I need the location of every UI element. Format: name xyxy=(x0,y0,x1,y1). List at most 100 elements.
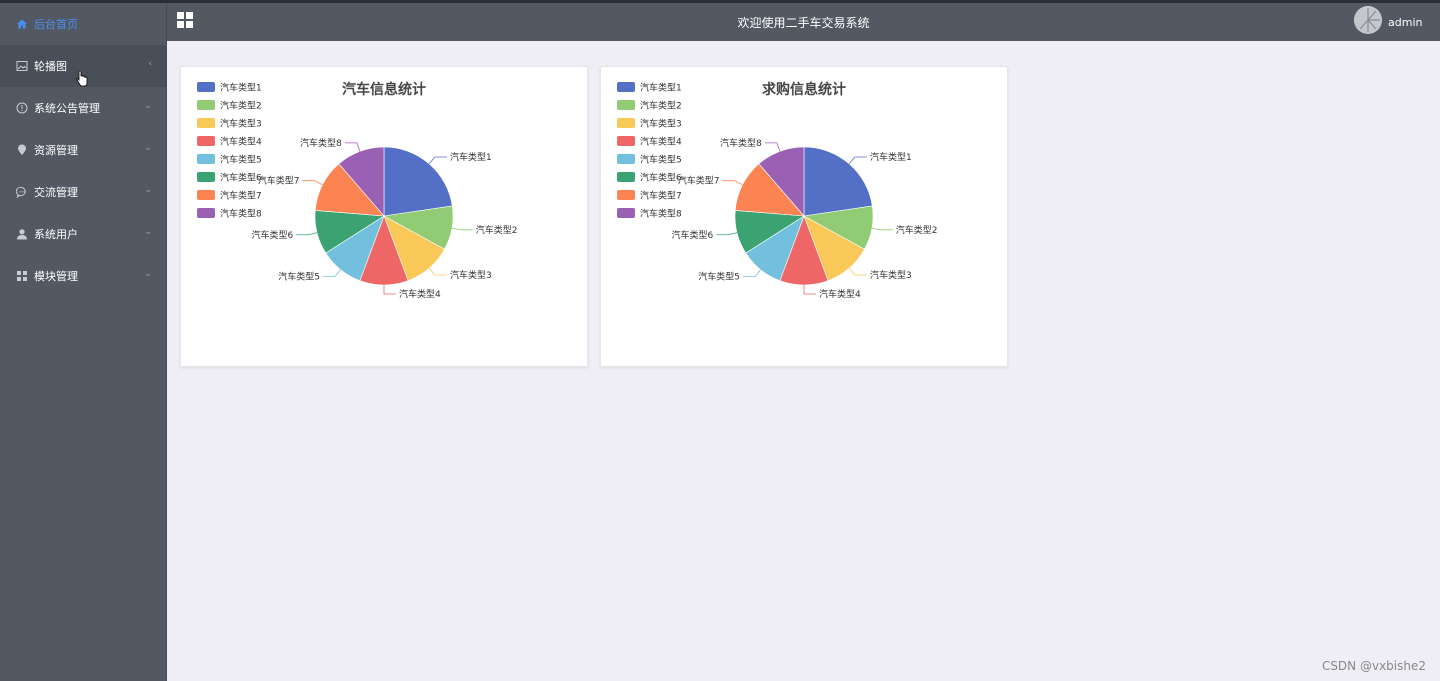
label-line xyxy=(302,180,323,186)
sidebar-item-modules[interactable]: 模块管理 ⌄ xyxy=(0,255,166,297)
label-line xyxy=(764,142,781,152)
legend-label: 汽车类型3 xyxy=(220,118,262,130)
legend-label: 汽车类型7 xyxy=(220,190,262,202)
legend-swatch xyxy=(197,172,215,182)
chart-title: 汽车信息统计 xyxy=(342,81,426,98)
label-line xyxy=(742,269,761,278)
legend-label: 汽车类型3 xyxy=(640,118,682,130)
legend-item[interactable]: 汽车类型3 xyxy=(617,118,682,130)
chart-card-purchase-info: 求购信息统计 汽车类型1 汽车类型2 汽车类型3 汽车类型4 汽车类型5 汽车类型6 汽车类型… xyxy=(600,66,1008,367)
slice-label: 汽车类型6 xyxy=(252,229,294,241)
sidebar-item-announcements[interactable]: 系统公告管理 ⌄ xyxy=(0,87,166,129)
label-line xyxy=(428,156,447,165)
slice-label: 汽车类型8 xyxy=(300,137,342,149)
pie-chart-purchase-info: 求购信息统计汽车类型1汽车类型2汽车类型3汽车类型4汽车类型5汽车类型6汽车类型… xyxy=(617,81,938,300)
legend-label: 汽车类型2 xyxy=(640,100,682,112)
legend-swatch xyxy=(617,208,635,218)
avatar[interactable] xyxy=(1354,6,1382,34)
chevron-left-icon: ‹ xyxy=(148,59,152,69)
legend-swatch xyxy=(197,154,215,164)
legend-item[interactable]: 汽车类型8 xyxy=(197,208,262,220)
slice-label: 汽车类型3 xyxy=(870,269,912,281)
label-line xyxy=(803,285,816,295)
legend-item[interactable]: 汽车类型2 xyxy=(197,100,262,112)
label-line xyxy=(296,232,318,236)
legend-swatch xyxy=(617,118,635,128)
legend-item[interactable]: 汽车类型7 xyxy=(197,190,262,202)
legend-swatch xyxy=(197,118,215,128)
sidebar-item-label: 后台首页 xyxy=(34,18,78,31)
slice-label: 汽车类型7 xyxy=(678,175,720,187)
hand-cursor-icon xyxy=(76,70,88,87)
legend-item[interactable]: 汽车类型7 xyxy=(617,190,682,202)
legend-item[interactable]: 汽车类型4 xyxy=(617,136,682,148)
legend-item[interactable]: 汽车类型4 xyxy=(197,136,262,148)
slice-label: 汽车类型2 xyxy=(476,224,518,236)
picture-icon xyxy=(16,60,28,72)
legend-label: 汽车类型8 xyxy=(640,208,682,220)
label-line xyxy=(428,267,447,276)
slice-label: 汽车类型4 xyxy=(399,288,441,300)
legend-label: 汽车类型7 xyxy=(640,190,682,202)
legend-item[interactable]: 汽车类型6 xyxy=(197,172,262,184)
sidebar-item-home[interactable]: 后台首页 xyxy=(0,3,166,45)
slice-label: 汽车类型1 xyxy=(450,151,492,163)
legend-swatch xyxy=(197,82,215,92)
legend-swatch xyxy=(617,82,635,92)
slice-label: 汽车类型7 xyxy=(258,175,300,187)
sidebar-item-label: 系统公告管理 xyxy=(34,102,100,115)
legend-item[interactable]: 汽车类型8 xyxy=(617,208,682,220)
chevron-down-icon: ⌄ xyxy=(144,101,152,111)
legend-label: 汽车类型6 xyxy=(640,172,682,184)
sidebar-item-communication[interactable]: 交流管理 ⌄ xyxy=(0,171,166,213)
sidebar-item-label: 模块管理 xyxy=(34,270,78,283)
label-line xyxy=(322,269,341,278)
legend-item[interactable]: 汽车类型3 xyxy=(197,118,262,130)
legend-label: 汽车类型4 xyxy=(640,136,682,148)
pie-chart-vehicle-info: 汽车信息统计汽车类型1汽车类型2汽车类型3汽车类型4汽车类型5汽车类型6汽车类型… xyxy=(197,81,518,300)
chat-icon xyxy=(16,186,28,198)
chevron-down-icon: ⌄ xyxy=(144,143,152,153)
sidebar-item-carousel[interactable]: 轮播图 ‹ xyxy=(0,45,166,87)
legend-swatch xyxy=(617,190,635,200)
slice-label: 汽车类型5 xyxy=(278,271,320,283)
legend-label: 汽车类型4 xyxy=(220,136,262,148)
watermark: CSDN @vxbishe2 xyxy=(1321,659,1426,673)
grid-icon xyxy=(16,270,28,282)
slice-label: 汽车类型5 xyxy=(698,271,740,283)
legend-swatch xyxy=(197,100,215,110)
location-pin-icon xyxy=(16,144,28,156)
legend-swatch xyxy=(197,190,215,200)
legend-item[interactable]: 汽车类型6 xyxy=(617,172,682,184)
chevron-down-icon: ⌄ xyxy=(144,185,152,195)
legend-label: 汽车类型1 xyxy=(220,82,262,94)
legend-item[interactable]: 汽车类型5 xyxy=(617,154,682,166)
legend-label: 汽车类型6 xyxy=(220,172,262,184)
legend-swatch xyxy=(617,172,635,182)
legend-item[interactable]: 汽车类型5 xyxy=(197,154,262,166)
slice-label: 汽车类型6 xyxy=(672,229,714,241)
chevron-down-icon: ⌄ xyxy=(144,227,152,237)
legend-item[interactable]: 汽车类型2 xyxy=(617,100,682,112)
label-line xyxy=(848,156,867,165)
chart-title: 求购信息统计 xyxy=(762,81,846,98)
user-icon xyxy=(16,228,28,240)
slice-label: 汽车类型2 xyxy=(896,224,938,236)
top-header: 欢迎使用二手车交易系统 admin xyxy=(167,3,1440,41)
legend-item[interactable]: 汽车类型1 xyxy=(197,82,262,94)
legend-label: 汽车类型2 xyxy=(220,100,262,112)
legend-swatch xyxy=(617,154,635,164)
username[interactable]: admin xyxy=(1388,16,1422,29)
label-line xyxy=(344,142,361,152)
slice-label: 汽车类型1 xyxy=(870,151,912,163)
sidebar-item-label: 轮播图 xyxy=(34,60,67,73)
slice-label: 汽车类型4 xyxy=(819,288,861,300)
legend-label: 汽车类型1 xyxy=(640,82,682,94)
legend-item[interactable]: 汽车类型1 xyxy=(617,82,682,94)
page-title: 欢迎使用二手车交易系统 xyxy=(737,16,870,30)
legend-label: 汽车类型8 xyxy=(220,208,262,220)
sidebar-item-system-users[interactable]: 系统用户 ⌄ xyxy=(0,213,166,255)
sidebar-item-label: 交流管理 xyxy=(34,186,78,199)
sidebar: 后台首页 轮播图 ‹ 系统公告管理 ⌄ 资源管理 ⌄ 交流管理 ⌄ 系统用户 ⌄… xyxy=(0,3,167,681)
sidebar-item-resources[interactable]: 资源管理 ⌄ xyxy=(0,129,166,171)
